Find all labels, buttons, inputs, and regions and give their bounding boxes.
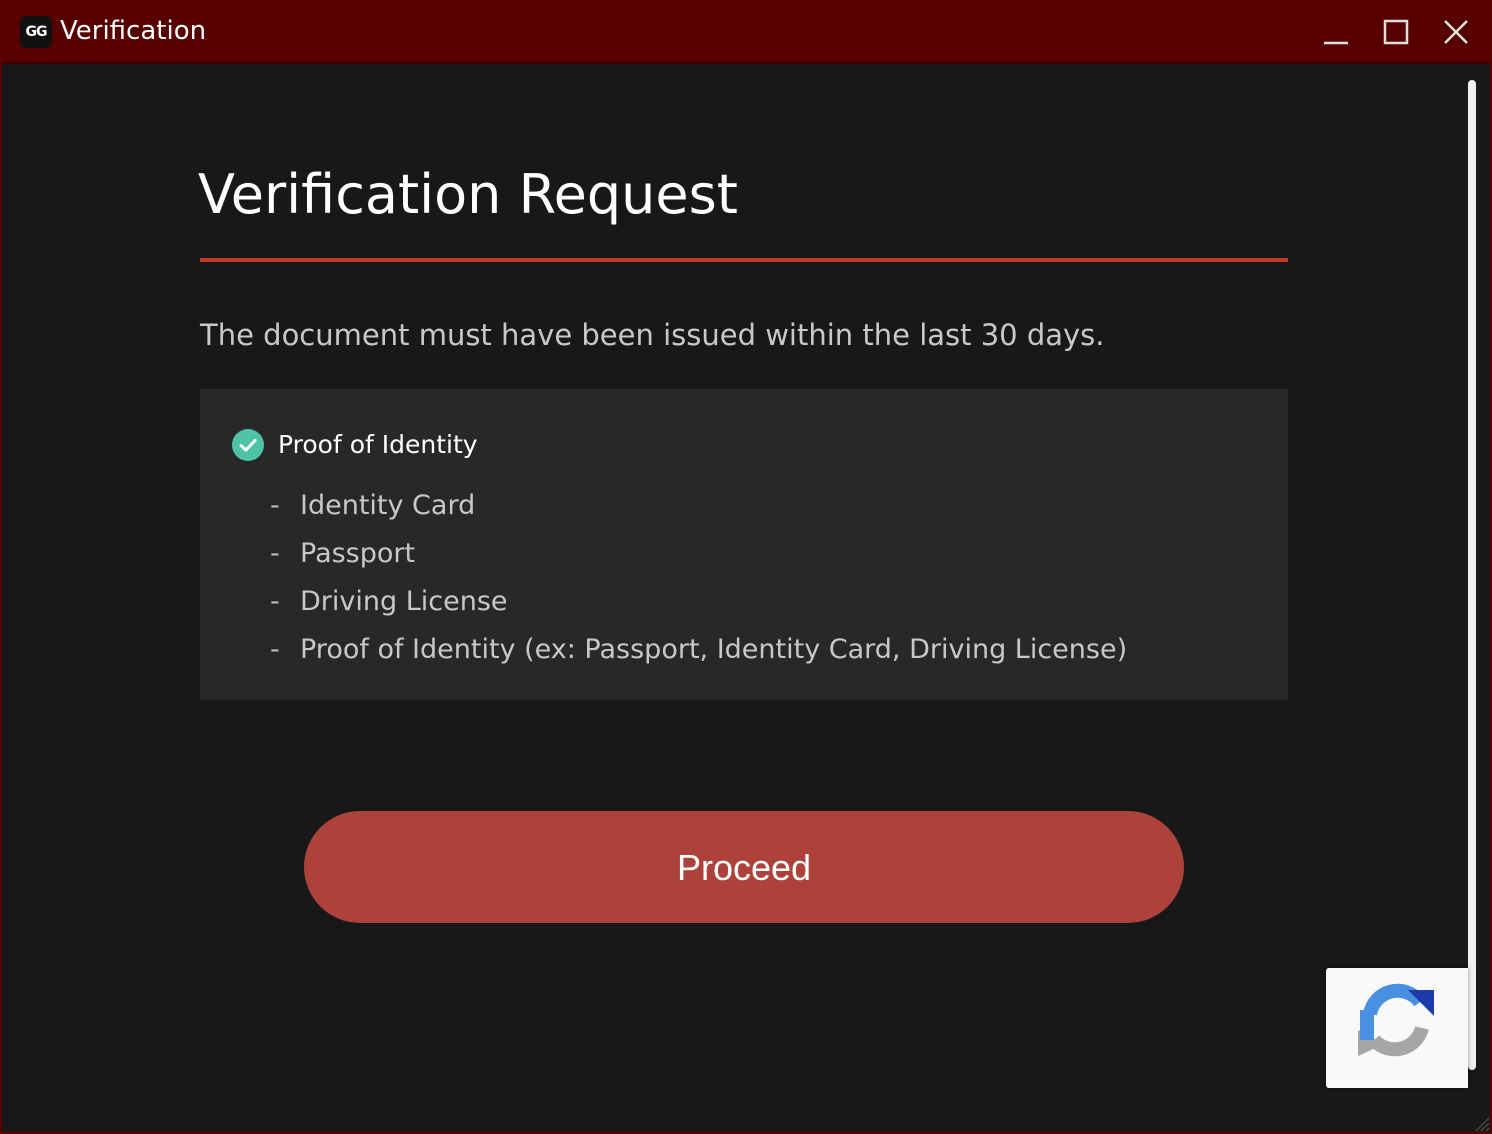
document-type-label: Passport <box>300 538 416 569</box>
document-type-label: Proof of Identity (ex: Passport, Identit… <box>300 634 1128 665</box>
window-title: Verification <box>60 16 207 46</box>
verification-window: GG Verification Verification Request The… <box>0 0 1492 1134</box>
list-dash: - <box>270 538 280 569</box>
document-type-label: Identity Card <box>300 490 476 521</box>
proceed-button[interactable]: Proceed <box>304 811 1184 923</box>
list-dash: - <box>270 586 280 617</box>
gg-logo-icon: GG <box>20 16 52 48</box>
page-title: Verification Request <box>198 163 738 226</box>
scrollbar[interactable] <box>1468 80 1476 1070</box>
minimize-button[interactable] <box>1314 10 1358 54</box>
document-category-title: Proof of Identity <box>278 430 478 459</box>
title-bar[interactable]: GG Verification <box>2 2 1490 64</box>
issue-date-notice: The document must have been issued withi… <box>200 318 1105 352</box>
close-icon <box>1444 20 1468 44</box>
recaptcha-icon <box>1358 983 1434 1057</box>
document-type-label: Driving License <box>300 586 508 617</box>
document-requirements-panel: Proof of Identity - Identity Card - Pass… <box>200 389 1288 700</box>
list-dash: - <box>270 634 280 665</box>
close-button[interactable] <box>1434 10 1478 54</box>
maximize-button[interactable] <box>1374 10 1418 54</box>
list-dash: - <box>270 490 280 521</box>
verification-content: Verification Request The document must h… <box>198 64 1288 1124</box>
maximize-icon <box>1383 19 1409 45</box>
title-divider <box>200 258 1288 262</box>
check-circle-icon <box>232 429 264 461</box>
recaptcha-badge[interactable] <box>1326 968 1468 1088</box>
minimize-icon <box>1324 41 1348 45</box>
resize-grip-icon[interactable] <box>1472 1114 1490 1132</box>
